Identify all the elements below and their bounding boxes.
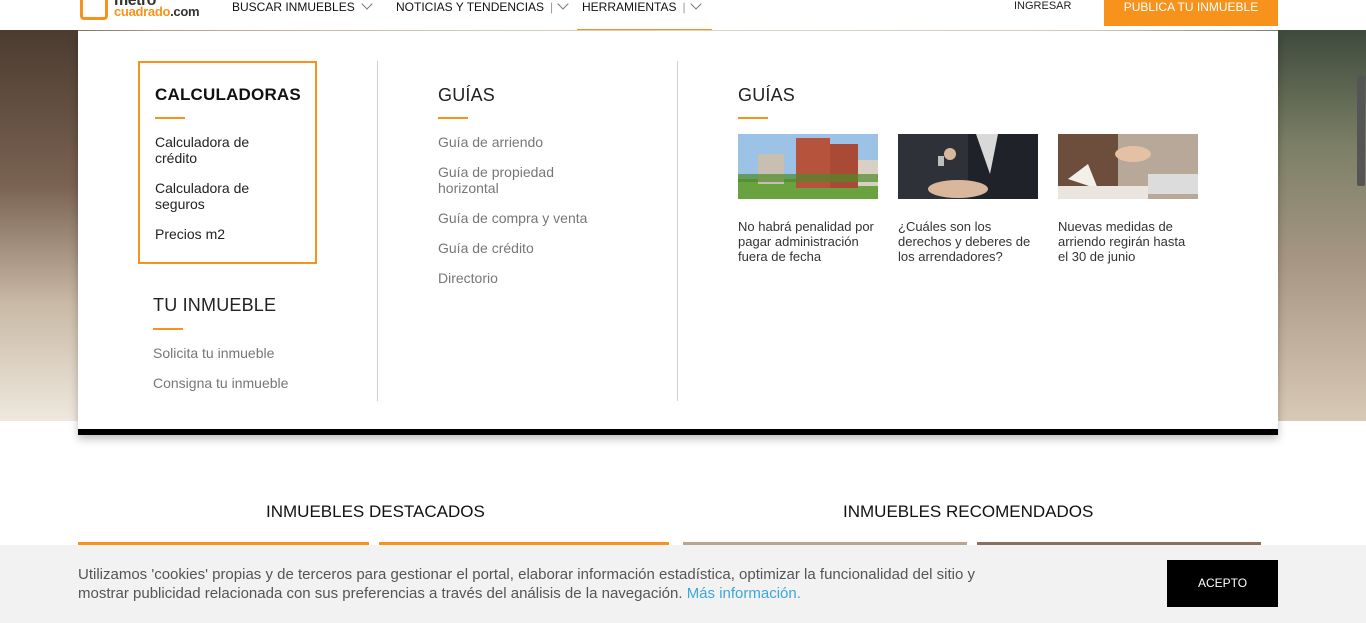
cookie-banner: Utilizamos 'cookies' propias y de tercer…: [0, 545, 1366, 623]
logo-text-bottom: cuadrado.com: [114, 4, 200, 19]
site-header: metro cuadrado.com BUSCAR INMUEBLES NOTI…: [0, 0, 1366, 30]
site-logo[interactable]: metro cuadrado.com: [80, 0, 220, 22]
link-calculadora-seguros[interactable]: Calculadora de seguros: [155, 180, 285, 212]
calculators-title: CALCULADORAS: [155, 85, 301, 104]
chevron-down-icon: [361, 0, 373, 10]
nav-label: NOTICIAS Y TENDENCIAS: [396, 0, 545, 14]
guides-news-title: GUÍAS: [738, 85, 796, 105]
link-consigna-inmueble[interactable]: Consigna tu inmueble: [153, 375, 288, 391]
recommended-properties-heading: INMUEBLES RECOMENDADOS: [843, 502, 1094, 521]
featured-properties-heading: INMUEBLES DESTACADOS: [266, 502, 485, 521]
more-info-link[interactable]: Más información.: [687, 585, 801, 602]
news-card[interactable]: Nuevas medidas de arriendo regirán hasta…: [1058, 134, 1198, 264]
link-guia-arriendo[interactable]: Guía de arriendo: [438, 134, 543, 150]
nav-buscar-inmuebles[interactable]: BUSCAR INMUEBLES: [232, 0, 373, 30]
link-directorio[interactable]: Directorio: [438, 270, 498, 286]
link-guia-credito[interactable]: Guía de crédito: [438, 240, 534, 256]
logo-mark: [80, 0, 108, 20]
your-property-title: TU INMUEBLE: [153, 295, 277, 315]
chevron-down-icon: [689, 0, 702, 10]
login-link[interactable]: INGRESAR: [1014, 0, 1071, 13]
column-divider: [677, 61, 678, 401]
scrollbar[interactable]: [1356, 30, 1366, 190]
title-underline: [438, 117, 468, 119]
cookie-message: Utilizamos 'cookies' propias y de tercer…: [78, 565, 1018, 603]
link-calculadora-credito[interactable]: Calculadora de crédito: [155, 134, 285, 166]
publish-property-button[interactable]: PUBLICA TU INMUEBLE: [1104, 0, 1278, 26]
news-caption: ¿Cuáles son los derechos y deberes de lo…: [898, 219, 1031, 264]
cookie-text: Utilizamos 'cookies' propias y de tercer…: [78, 566, 975, 602]
link-guia-compra-venta[interactable]: Guía de compra y venta: [438, 210, 587, 226]
nav-noticias-tendencias[interactable]: NOTICIAS Y TENDENCIAS |: [396, 0, 569, 30]
keys-thumbnail: [898, 134, 1038, 199]
scrollbar-thumb[interactable]: [1357, 76, 1365, 186]
handshake-thumbnail: [1058, 134, 1198, 199]
nav-herramientas[interactable]: HERRAMIENTAS |: [577, 0, 712, 30]
tools-mega-menu: CALCULADORAS Calculadora de crédito Calc…: [78, 31, 1278, 435]
link-guia-propiedad-horizontal[interactable]: Guía de propiedad horizontal: [438, 164, 578, 196]
news-card[interactable]: ¿Cuáles son los derechos y deberes de lo…: [898, 134, 1038, 264]
link-solicita-inmueble[interactable]: Solicita tu inmueble: [153, 345, 274, 361]
logo-text-main: cuadrado: [114, 4, 171, 19]
link-precios-m2[interactable]: Precios m2: [155, 226, 225, 242]
nav-separator: |: [682, 0, 686, 14]
news-card[interactable]: No habrá penalidad por pagar administrac…: [738, 134, 878, 264]
title-underline: [738, 117, 768, 119]
chevron-down-icon: [557, 0, 569, 10]
news-caption: No habrá penalidad por pagar administrac…: [738, 219, 874, 264]
buildings-thumbnail: [738, 134, 878, 199]
guides-title: GUÍAS: [438, 85, 496, 105]
logo-text-tld: .com: [170, 4, 200, 19]
news-caption: Nuevas medidas de arriendo regirán hasta…: [1058, 219, 1186, 264]
nav-label: HERRAMIENTAS: [582, 0, 677, 14]
title-underline: [155, 117, 185, 119]
accept-cookies-button[interactable]: ACEPTO: [1167, 560, 1278, 607]
column-divider: [377, 61, 378, 401]
nav-label: BUSCAR INMUEBLES: [232, 0, 355, 14]
nav-separator: |: [550, 0, 554, 14]
title-underline: [153, 328, 183, 330]
